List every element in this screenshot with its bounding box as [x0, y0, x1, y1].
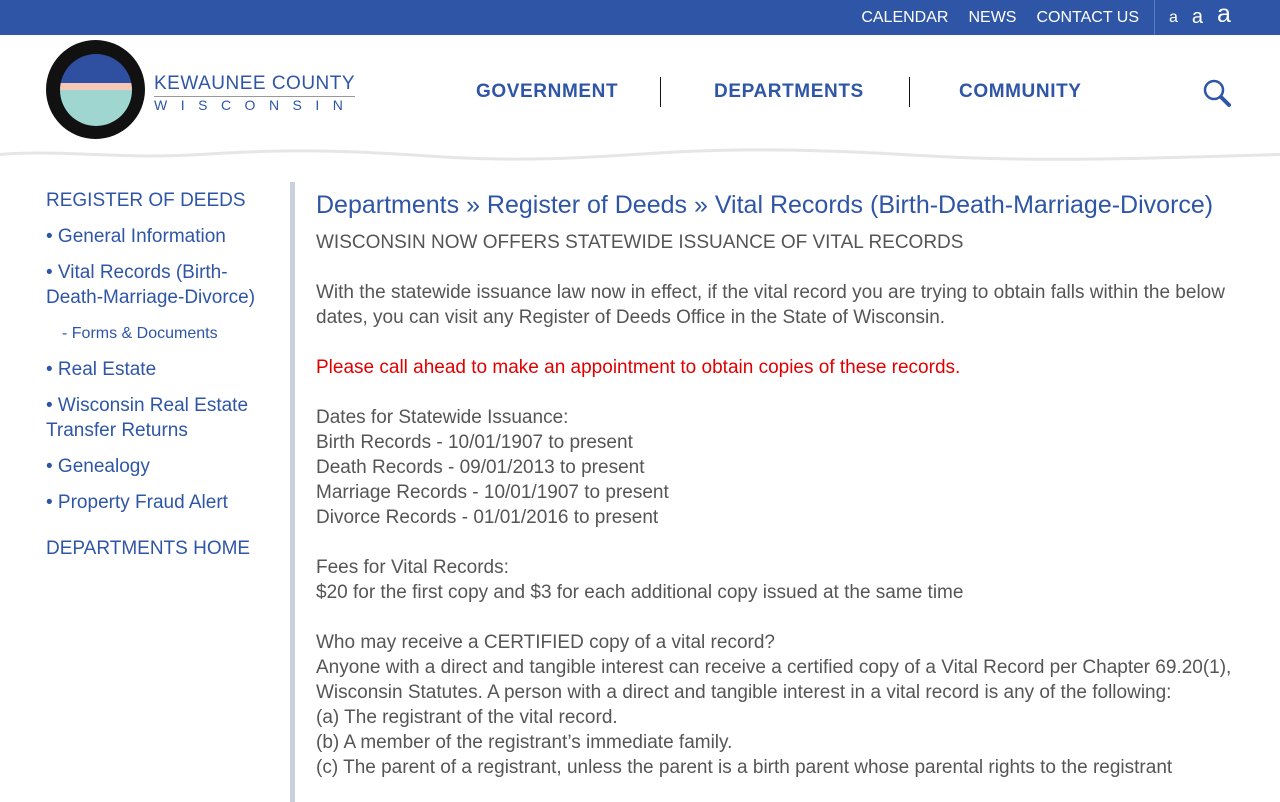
text-size-medium[interactable]: a — [1192, 6, 1203, 29]
sidebar-item-property-fraud-alert[interactable]: • Property Fraud Alert — [46, 490, 276, 515]
top-bar: CALENDAR NEWS CONTACT US a a a — [0, 0, 1280, 35]
sidebar-title[interactable]: REGISTER OF DEEDS — [46, 188, 276, 213]
appointment-notice: Please call ahead to make an appointment… — [316, 357, 961, 378]
eligibility-item: (a) The registrant of the vital record. — [316, 707, 618, 728]
calendar-link[interactable]: CALENDAR — [861, 9, 948, 27]
date-item: Birth Records - 10/01/1907 to present — [316, 432, 633, 453]
breadcrumb-register-of-deeds[interactable]: Register of Deeds — [487, 191, 687, 219]
sidebar-item-transfer-returns[interactable]: • Wisconsin Real Estate Transfer Returns — [46, 393, 276, 443]
header-wave-divider — [0, 148, 1280, 170]
nav-divider — [660, 77, 661, 107]
breadcrumb-vital-records[interactable]: Vital Records (Birth-Death-Marriage-Divo… — [715, 191, 1213, 219]
breadcrumb-separator: » — [459, 191, 487, 219]
fees-section: Fees for Vital Records: $20 for the firs… — [316, 555, 1246, 605]
date-item: Divorce Records - 01/01/2016 to present — [316, 507, 659, 528]
fees-title: Fees for Vital Records: — [316, 557, 509, 578]
county-seal-logo[interactable] — [46, 40, 145, 139]
fees-text: $20 for the first copy and $3 for each a… — [316, 582, 964, 603]
eligibility-text: Anyone with a direct and tangible intere… — [316, 657, 1232, 703]
search-icon[interactable] — [1203, 79, 1233, 109]
dates-title: Dates for Statewide Issuance: — [316, 407, 569, 428]
sidebar-item-genealogy[interactable]: • Genealogy — [46, 454, 276, 479]
intro-text: With the statewide issuance law now in e… — [316, 282, 1225, 328]
page-heading: WISCONSIN NOW OFFERS STATEWIDE ISSUANCE … — [316, 232, 964, 253]
dates-section: Dates for Statewide Issuance: Birth Reco… — [316, 405, 1246, 530]
brand-name[interactable]: KEWAUNEE COUNTY — [154, 73, 356, 97]
contact-us-link[interactable]: CONTACT US — [1036, 9, 1139, 27]
nav-government[interactable]: GOVERNMENT — [476, 81, 618, 103]
eligibility-section: Who may receive a CERTIFIED copy of a vi… — [316, 630, 1246, 780]
text-size-large[interactable]: a — [1217, 0, 1231, 29]
date-item: Death Records - 09/01/2013 to present — [316, 457, 645, 478]
sidebar-nav: REGISTER OF DEEDS • General Information … — [46, 188, 276, 561]
sidebar-item-forms-documents[interactable]: - Forms & Documents — [62, 321, 276, 346]
brand-state: WISCONSIN — [154, 97, 357, 113]
date-item: Marriage Records - 10/01/1907 to present — [316, 482, 669, 503]
breadcrumb-separator: » — [687, 191, 715, 219]
nav-community[interactable]: COMMUNITY — [959, 81, 1082, 103]
breadcrumb: Departments » Register of Deeds » Vital … — [316, 190, 1246, 220]
nav-divider — [909, 77, 910, 107]
eligibility-item: (b) A member of the registrant’s immedia… — [316, 732, 733, 753]
eligibility-title: Who may receive a CERTIFIED copy of a vi… — [316, 632, 775, 653]
sidebar-item-real-estate[interactable]: • Real Estate — [46, 357, 276, 382]
text-size-small[interactable]: a — [1169, 9, 1178, 27]
breadcrumb-departments[interactable]: Departments — [316, 191, 459, 219]
text-size-controls: a a a — [1154, 0, 1231, 35]
news-link[interactable]: NEWS — [968, 9, 1016, 27]
sidebar-divider — [290, 182, 295, 802]
eligibility-item: (c) The parent of a registrant, unless t… — [316, 757, 1173, 778]
sidebar-departments-home[interactable]: DEPARTMENTS HOME — [46, 536, 276, 561]
nav-departments[interactable]: DEPARTMENTS — [714, 81, 864, 103]
main-content: Departments » Register of Deeds » Vital … — [316, 190, 1246, 780]
sidebar-item-general-information[interactable]: • General Information — [46, 224, 276, 249]
sidebar-item-vital-records[interactable]: • Vital Records (Birth-Death-Marriage-Di… — [46, 260, 276, 310]
